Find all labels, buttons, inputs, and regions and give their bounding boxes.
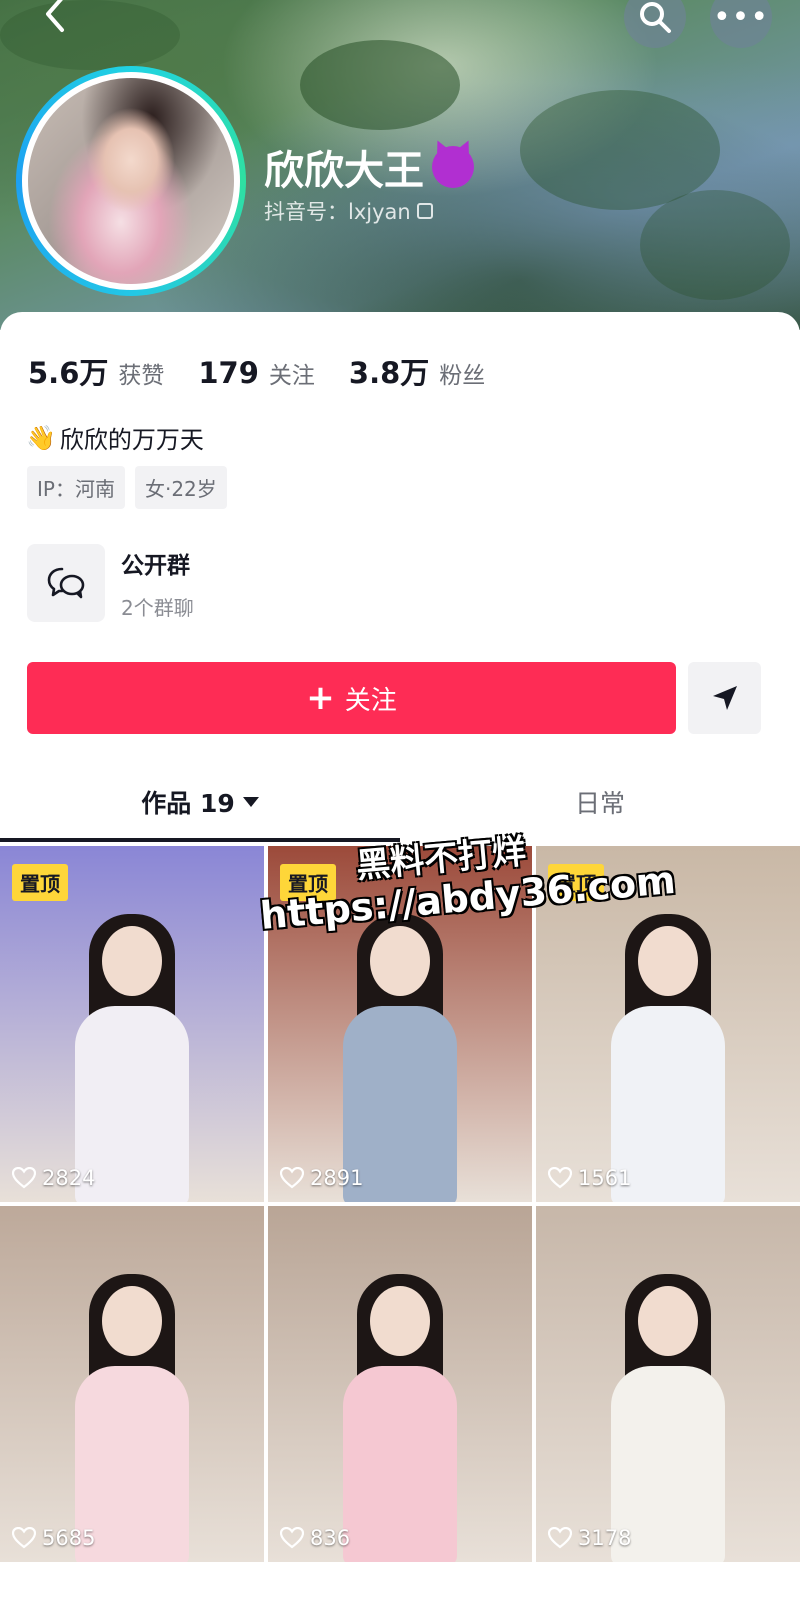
- likes-count: 1561: [578, 1166, 632, 1190]
- stat-value: 5.6万: [28, 356, 109, 390]
- heart-icon: [548, 1527, 572, 1549]
- heart-icon: [280, 1167, 304, 1189]
- stat-value: 3.8万: [348, 356, 430, 390]
- video-likes: 2891: [280, 1166, 363, 1190]
- tab-works-label: 作品 19: [141, 789, 235, 818]
- video-likes: 1561: [548, 1166, 631, 1190]
- banner-foliage: [640, 190, 790, 300]
- banner-foliage: [300, 40, 460, 130]
- thumbnail-face: [102, 1286, 162, 1356]
- video-thumbnail: [57, 906, 207, 1202]
- video-tile[interactable]: 置顶 2824: [0, 846, 264, 1202]
- chevron-left-icon: [46, 0, 64, 32]
- group-subtitle: 2个群聊: [121, 595, 194, 620]
- likes-count: 2891: [310, 1166, 364, 1190]
- video-tile[interactable]: 5685: [0, 1206, 264, 1562]
- group-chat-icon-box: [27, 544, 105, 622]
- thumbnail-face: [638, 926, 698, 996]
- banner-foliage: [0, 0, 180, 70]
- video-grid: 置顶 2824 置顶 2891 置顶 1561 5685 836 3178: [0, 846, 800, 1621]
- avatar-image: [22, 72, 240, 290]
- thumbnail-face: [370, 1286, 430, 1356]
- video-thumbnail: [593, 906, 743, 1202]
- back-button[interactable]: [40, 0, 80, 34]
- video-thumbnail: [325, 1266, 475, 1562]
- nickname-text: 欣欣大王: [264, 148, 424, 194]
- stat-label: 获赞: [118, 363, 165, 389]
- likes-count: 3178: [578, 1526, 632, 1550]
- share-button[interactable]: [688, 662, 761, 734]
- video-tile[interactable]: 3178: [536, 1206, 800, 1562]
- likes-count: 5685: [42, 1526, 96, 1550]
- more-dots-icon: •••: [712, 0, 770, 35]
- devil-emoji-icon: [432, 146, 474, 188]
- profile-card: 5.6万 获赞 179 关注 3.8万 粉丝 👋 欣欣的万万天 IP：河南 女·…: [0, 312, 800, 842]
- thumbnail-face: [370, 926, 430, 996]
- video-tile[interactable]: 836: [268, 1206, 532, 1562]
- video-likes: 2824: [12, 1166, 95, 1190]
- stat-label: 粉丝: [439, 363, 486, 389]
- douyin-id[interactable]: 抖音号：lxjyan: [264, 196, 433, 226]
- douyin-id-text: 抖音号：lxjyan: [264, 200, 411, 224]
- send-arrow-icon: [712, 686, 737, 710]
- group-title: 公开群: [121, 552, 190, 579]
- likes-count: 836: [310, 1526, 351, 1550]
- stat-followers[interactable]: 3.8万 粉丝: [349, 350, 485, 392]
- stat-following[interactable]: 179 关注: [198, 356, 315, 390]
- video-likes: 3178: [548, 1526, 631, 1550]
- profile-name: 欣欣大王: [264, 138, 474, 196]
- search-icon: [640, 2, 671, 33]
- video-likes: 5685: [12, 1526, 95, 1550]
- heart-icon: [280, 1527, 304, 1549]
- tab-works[interactable]: 作品 19: [0, 762, 400, 842]
- public-group-entry[interactable]: 公开群 2个群聊: [27, 544, 194, 622]
- stat-likes[interactable]: 5.6万 获赞: [28, 350, 164, 392]
- heart-icon: [12, 1167, 36, 1189]
- follow-label: 关注: [344, 685, 397, 716]
- plus-icon: +: [306, 678, 335, 718]
- gender-age-tag: 女·22岁: [134, 466, 227, 509]
- video-thumbnail: [325, 906, 475, 1202]
- ip-tag: IP：河南: [27, 466, 125, 509]
- copy-icon[interactable]: [416, 203, 433, 219]
- thumbnail-face: [638, 1286, 698, 1356]
- pinned-badge: 置顶: [12, 864, 68, 901]
- profile-bio: 👋 欣欣的万万天: [26, 420, 204, 455]
- stat-label: 关注: [268, 363, 315, 389]
- profile-stats: 5.6万 获赞 179 关注 3.8万 粉丝: [28, 350, 519, 392]
- stat-value: 179: [198, 356, 259, 390]
- video-likes: 836: [280, 1526, 350, 1550]
- tab-daily-label: 日常: [574, 789, 625, 818]
- tab-active-indicator: [0, 838, 400, 842]
- group-chat-icon: [47, 567, 85, 599]
- profile-tabs: 作品 19 日常: [0, 762, 800, 842]
- avatar[interactable]: [16, 66, 246, 296]
- profile-tags: IP：河南 女·22岁: [27, 466, 227, 509]
- heart-icon: [12, 1527, 36, 1549]
- video-thumbnail: [593, 1266, 743, 1562]
- video-thumbnail: [57, 1266, 207, 1562]
- bio-text: 欣欣的万万天: [59, 426, 204, 454]
- caret-down-icon: [242, 797, 259, 807]
- follow-button[interactable]: + 关注: [27, 662, 676, 734]
- thumbnail-face: [102, 926, 162, 996]
- likes-count: 2824: [42, 1166, 96, 1190]
- wave-hand-icon: 👋: [26, 423, 56, 452]
- thumbnail-outfit: [343, 1366, 457, 1562]
- heart-icon: [548, 1167, 572, 1189]
